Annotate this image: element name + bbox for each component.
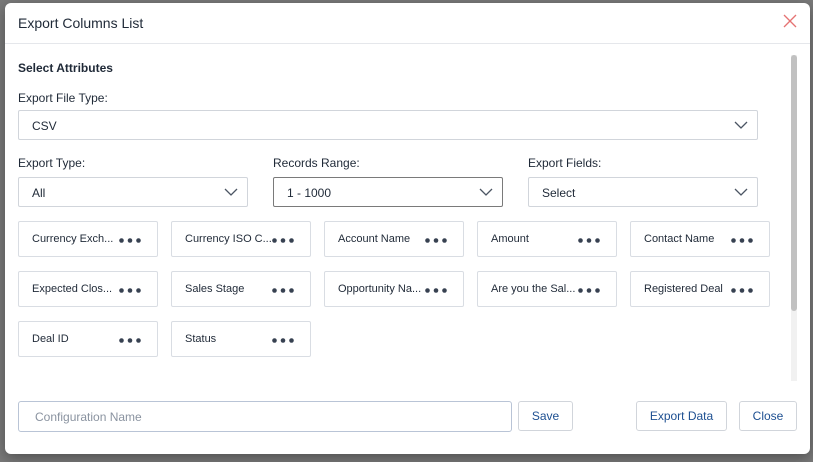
- close-button[interactable]: Close: [739, 401, 797, 431]
- export-type-label: Export Type:: [18, 156, 86, 170]
- attribute-chip: Currency Exch...: [18, 221, 158, 257]
- more-horizontal-icon[interactable]: [272, 238, 294, 243]
- more-horizontal-icon[interactable]: [272, 338, 294, 343]
- more-horizontal-icon[interactable]: [119, 238, 141, 243]
- attribute-chip-label: Amount: [491, 233, 529, 245]
- attribute-chip-label: Currency ISO C...: [185, 233, 272, 245]
- attribute-chip-label: Currency Exch...: [32, 233, 114, 245]
- attribute-chip: Status: [171, 321, 311, 357]
- attribute-chip-label: Sales Stage: [185, 283, 245, 295]
- attribute-chip-label: Registered Deal: [644, 283, 723, 295]
- more-horizontal-icon[interactable]: [578, 288, 600, 293]
- export-file-type-select[interactable]: CSV: [18, 110, 758, 140]
- attribute-chip: Contact Name: [630, 221, 770, 257]
- export-fields-value: Select: [542, 186, 576, 200]
- attribute-chip: Deal ID: [18, 321, 158, 357]
- export-fields-select[interactable]: Select: [528, 177, 758, 207]
- more-horizontal-icon[interactable]: [578, 238, 600, 243]
- attribute-chip: Account Name: [324, 221, 464, 257]
- attribute-chip: Expected Clos...: [18, 271, 158, 307]
- more-horizontal-icon[interactable]: [425, 288, 447, 293]
- export-fields-label: Export Fields:: [528, 156, 602, 170]
- attribute-chip-label: Deal ID: [32, 333, 69, 345]
- export-file-type-label: Export File Type:: [18, 91, 108, 105]
- attribute-chip: Currency ISO C...: [171, 221, 311, 257]
- attribute-chip-label: Expected Clos...: [32, 283, 113, 295]
- export-file-type-value: CSV: [32, 119, 57, 133]
- export-columns-modal: Export Columns List Select Attributes Ex…: [5, 3, 810, 454]
- configuration-name-input[interactable]: [18, 401, 512, 432]
- modal-header: Export Columns List: [5, 3, 810, 44]
- more-horizontal-icon[interactable]: [731, 238, 753, 243]
- more-horizontal-icon[interactable]: [272, 288, 294, 293]
- chevron-down-icon: [224, 188, 238, 196]
- attribute-chip-label: Contact Name: [644, 233, 715, 245]
- close-icon[interactable]: [783, 14, 797, 28]
- more-horizontal-icon[interactable]: [425, 238, 447, 243]
- more-horizontal-icon[interactable]: [119, 288, 141, 293]
- export-data-button[interactable]: Export Data: [636, 401, 727, 431]
- scrollbar-thumb[interactable]: [791, 55, 797, 311]
- attribute-chip-label: Opportunity Na...: [338, 283, 422, 295]
- attribute-chip: Opportunity Na...: [324, 271, 464, 307]
- records-range-label: Records Range:: [273, 156, 360, 170]
- export-type-value: All: [32, 186, 46, 200]
- chevron-down-icon: [734, 188, 748, 196]
- attribute-chip-label: Account Name: [338, 233, 411, 245]
- modal-title: Export Columns List: [18, 15, 144, 31]
- attribute-chip: Registered Deal: [630, 271, 770, 307]
- attribute-chip: Are you the Sal...: [477, 271, 617, 307]
- modal-body: Select Attributes Export File Type: CSV …: [5, 44, 810, 384]
- attribute-chip-label: Status: [185, 333, 217, 345]
- more-horizontal-icon[interactable]: [731, 288, 753, 293]
- save-button[interactable]: Save: [518, 401, 573, 431]
- records-range-select[interactable]: 1 - 1000: [273, 177, 503, 207]
- attribute-chip: Sales Stage: [171, 271, 311, 307]
- records-range-value: 1 - 1000: [287, 186, 332, 200]
- chevron-down-icon: [479, 188, 493, 196]
- attribute-chip: Amount: [477, 221, 617, 257]
- modal-footer: Save Export Data Close: [5, 384, 810, 454]
- section-title: Select Attributes: [18, 61, 113, 75]
- more-horizontal-icon[interactable]: [119, 338, 141, 343]
- export-type-select[interactable]: All: [18, 177, 248, 207]
- chevron-down-icon: [734, 121, 748, 129]
- attribute-chip-label: Are you the Sal...: [491, 283, 576, 295]
